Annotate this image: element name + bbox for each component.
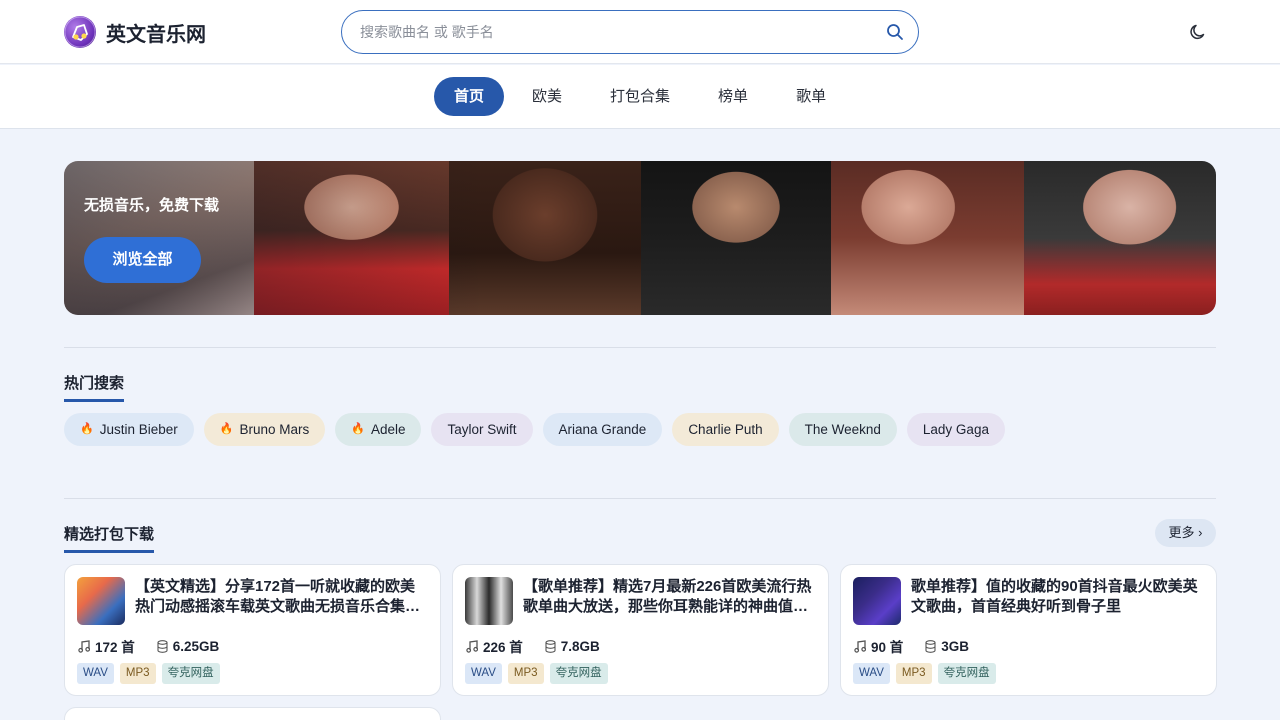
format-badges: WAV MP3 夸克网盘 (465, 663, 608, 684)
hot-search-tag-label: Bruno Mars (239, 422, 310, 437)
bundle-card[interactable] (64, 707, 441, 720)
nav-western[interactable]: 欧美 (512, 77, 582, 116)
banner-artist-image (641, 161, 831, 315)
song-count-value: 226 首 (483, 640, 523, 655)
hot-search-tag[interactable]: 🔥 Justin Bieber (64, 413, 194, 446)
bundle-cover-image (465, 577, 513, 625)
database-icon (925, 639, 936, 653)
song-count-value: 172 首 (95, 640, 135, 655)
bundle-card[interactable]: 【歌单推荐】精选7月最新226首欧美流行热歌单曲大放送，那些你耳熟能详的神曲值得… (452, 564, 829, 696)
storage-badge: 夸克网盘 (161, 663, 220, 684)
format-badge-wav: WAV (77, 663, 114, 684)
bundle-title: 【歌单推荐】精选7月最新226首欧美流行热歌单曲大放送，那些你耳熟能详的神曲值得… (523, 578, 812, 615)
banner-tagline: 无损音乐，免费下载 (84, 197, 220, 214)
music-note-icon (78, 639, 90, 653)
hot-search-tag-label: Ariana Grande (558, 422, 647, 437)
site-name: 英文音乐网 (106, 23, 206, 46)
bundle-card[interactable]: 【英文精选】分享172首一听就收藏的欧美热门动感摇滚车载英文歌曲无损音乐合集，不… (64, 564, 441, 696)
bundle-title: 【英文精选】分享172首一听就收藏的欧美热门动感摇滚车载英文歌曲无损音乐合集，不… (135, 578, 421, 615)
hot-search-tag[interactable]: Ariana Grande (542, 413, 663, 446)
moon-icon[interactable] (1188, 22, 1208, 42)
format-badge-mp3: MP3 (507, 663, 544, 684)
nav-charts[interactable]: 榜单 (698, 77, 768, 116)
song-count: 226 首 (466, 636, 523, 656)
hot-search-tag-label: Adele (370, 422, 406, 437)
format-badge-wav: WAV (465, 663, 502, 684)
song-count-value: 90 首 (871, 640, 904, 655)
bundle-card[interactable]: 歌单推荐】值的收藏的90首抖音最火欧美英文歌曲，首首经典好听到骨子里 90 首 … (840, 564, 1217, 696)
music-note-icon (466, 639, 478, 653)
fire-icon: 🔥 (219, 423, 234, 435)
more-button[interactable]: 更多 › (1155, 519, 1216, 547)
hot-search-tag[interactable]: Taylor Swift (431, 413, 533, 446)
file-size-value: 6.25GB (172, 638, 220, 654)
section-divider (64, 498, 1216, 499)
bundle-cover-image (77, 577, 125, 625)
file-size-value: 3GB (941, 638, 970, 654)
file-size: 6.25GB (157, 638, 220, 654)
banner-artist-image (831, 161, 1024, 315)
song-count: 172 首 (78, 636, 135, 656)
hot-search-title: 热门搜索 (64, 372, 125, 402)
featured-title: 精选打包下载 (64, 523, 155, 553)
section-divider (64, 347, 1216, 348)
hot-search-tag[interactable]: Charlie Puth (672, 413, 779, 446)
database-icon (157, 639, 168, 653)
bundle-meta: 90 首 3GB (854, 636, 991, 656)
bundle-cover-image (853, 577, 901, 625)
hot-search-tags: 🔥 Justin Bieber 🔥 Bruno Mars 🔥 Adele Taylor Sw… (64, 413, 1005, 446)
hot-search-tag-label: Charlie Puth (688, 422, 763, 437)
format-badge-mp3: MP3 (895, 663, 932, 684)
storage-badge: 夸克网盘 (549, 663, 608, 684)
site-header: 英文音乐网 (0, 0, 1280, 64)
hot-search-tag-label: The Weeknd (804, 422, 881, 437)
file-size: 7.8GB (545, 639, 600, 654)
hot-search-tag[interactable]: 🔥 Bruno Mars (203, 413, 326, 446)
format-badges: WAV MP3 夸克网盘 (853, 663, 996, 684)
bundle-title: 歌单推荐】值的收藏的90首抖音最火欧美英文歌曲，首首经典好听到骨子里 (911, 578, 1198, 615)
song-count: 90 首 (854, 636, 903, 656)
search-input[interactable] (360, 11, 860, 52)
storage-badge: 夸克网盘 (937, 663, 996, 684)
hot-search-tag[interactable]: The Weeknd (788, 413, 897, 446)
format-badge-mp3: MP3 (119, 663, 156, 684)
search-icon[interactable] (886, 23, 904, 41)
hot-search-tag-label: Lady Gaga (922, 422, 989, 437)
hot-search-tag[interactable]: Lady Gaga (906, 413, 1005, 446)
hot-search-tag-label: Taylor Swift (447, 422, 517, 437)
hot-search-tag-label: Justin Bieber (99, 422, 178, 437)
browse-all-button[interactable]: 浏览全部 (84, 237, 201, 283)
file-size-value: 7.8GB (560, 638, 600, 654)
banner-artist-image (1024, 161, 1216, 315)
database-icon (545, 639, 556, 653)
bundle-meta: 226 首 7.8GB (466, 636, 622, 656)
nav-home[interactable]: 首页 (434, 77, 505, 116)
format-badges: WAV MP3 夸克网盘 (77, 663, 220, 684)
bundle-meta: 172 首 6.25GB (78, 636, 241, 656)
search-box (341, 10, 919, 54)
site-logo[interactable]: 英文音乐网 (64, 16, 206, 48)
hot-search-tag[interactable]: 🔥 Adele (335, 413, 422, 446)
main-nav: 首页 欧美 打包合集 榜单 歌单 (0, 65, 1280, 129)
music-note-icon (854, 639, 866, 653)
hero-banner: 无损音乐，免费下载 浏览全部 (64, 161, 1216, 315)
format-badge-wav: WAV (853, 663, 890, 684)
file-size: 3GB (925, 639, 969, 654)
nav-playlists[interactable]: 歌单 (776, 77, 846, 116)
nav-bundles[interactable]: 打包合集 (590, 77, 690, 116)
logo-icon (64, 16, 96, 48)
fire-icon: 🔥 (351, 423, 365, 435)
fire-icon: 🔥 (80, 423, 94, 435)
